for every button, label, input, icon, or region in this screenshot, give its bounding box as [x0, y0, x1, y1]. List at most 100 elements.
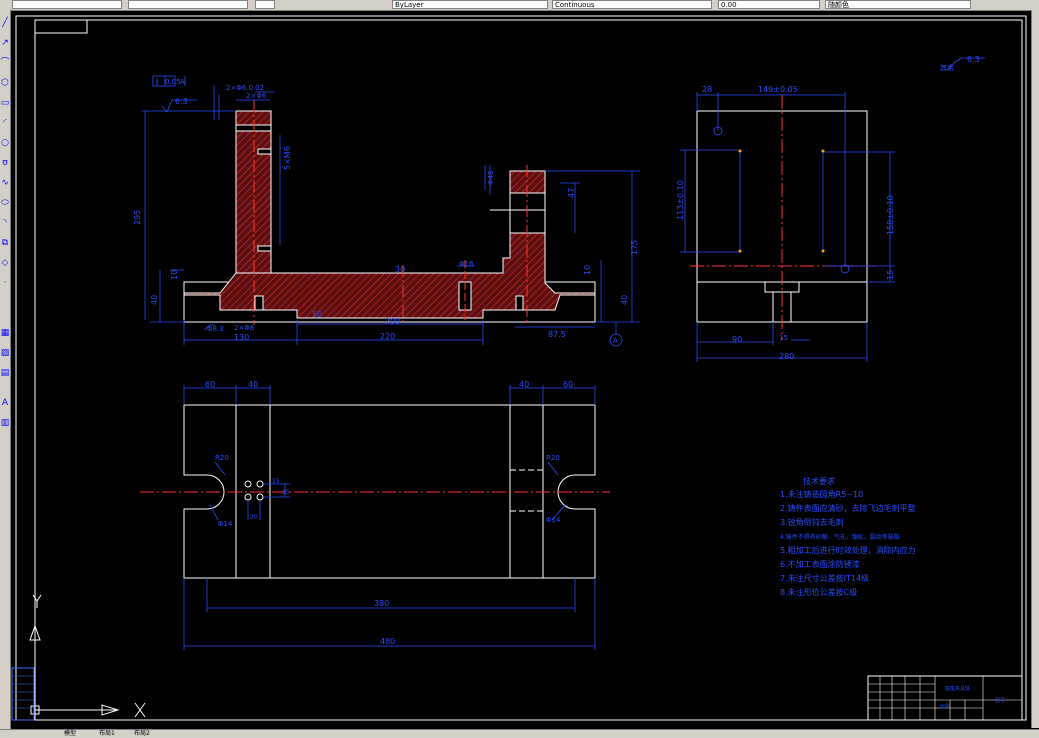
- arc2-icon[interactable]: ◜: [0, 118, 10, 129]
- svg-text:5×M6: 5×M6: [283, 146, 292, 170]
- draw-toolbar: ╱ ↗ ⌒ ⬡ ▭ ◜ ○ ʊ ∿ ⬭ ◝ ⧉ ◇ · ▦ ▨ ▤ A ▥: [0, 10, 11, 737]
- svg-text:Φ8.3: Φ8.3: [207, 325, 224, 333]
- top-view: 60 40 40 60 R20 R20 Φ14 Φ14 15 15 20 380…: [140, 380, 610, 650]
- tech-req-line: 3.锐角倒钝去毛刺: [780, 517, 844, 527]
- svg-text:87.5: 87.5: [548, 330, 566, 339]
- spline-icon[interactable]: ∿: [0, 178, 10, 189]
- polygon-icon[interactable]: ⬡: [0, 78, 10, 89]
- tech-req-line: 5.粗加工后进行时效处理，消除内应力: [780, 545, 916, 555]
- tech-req-line: 7.未注尺寸公差按IT14级: [780, 573, 869, 583]
- svg-text:175: 175: [630, 240, 639, 255]
- svg-text:480: 480: [380, 637, 395, 646]
- title-block: 底座夹具体 图号 比例: [867, 675, 1023, 721]
- svg-text:15: 15: [886, 270, 895, 280]
- polyline-icon[interactable]: ↗: [0, 38, 10, 49]
- ucs-icon: [29, 594, 146, 718]
- line-icon[interactable]: ╱: [0, 18, 10, 29]
- svg-text:380: 380: [374, 599, 389, 608]
- svg-text:2×Φ8: 2×Φ8: [234, 324, 254, 332]
- svg-text:280: 280: [779, 352, 794, 361]
- svg-text:149±0.05: 149±0.05: [758, 85, 798, 94]
- outer-frame: [15, 15, 1027, 721]
- svg-text:2×Φ6.0.02: 2×Φ6.0.02: [226, 84, 264, 92]
- inner-frame: [34, 19, 1023, 721]
- circle-icon[interactable]: ○: [0, 138, 10, 149]
- vertical-scrollbar[interactable]: [1031, 10, 1039, 728]
- section-hatch: [183, 110, 596, 319]
- color-dropdown[interactable]: [12, 0, 122, 9]
- svg-text:R20: R20: [215, 454, 229, 462]
- plotstyle-dropdown[interactable]: 0.00: [718, 0, 820, 9]
- svg-text:15: 15: [272, 478, 280, 485]
- tab-model[interactable]: 模型: [60, 731, 80, 737]
- svg-text:40: 40: [620, 295, 629, 305]
- point-icon[interactable]: ·: [0, 278, 10, 289]
- svg-text:200: 200: [385, 317, 400, 326]
- svg-text:60: 60: [563, 380, 573, 389]
- drawing-canvas[interactable]: 0.05 A ∥ 6.3 2×Φ6.0.02 2×Φ6 295 10 40 5×…: [11, 10, 1031, 728]
- tech-req-line: 8.未注形位公差按C级: [780, 587, 857, 597]
- svg-text:50: 50: [312, 310, 322, 319]
- svg-text:6.3: 6.3: [175, 97, 188, 106]
- table-icon[interactable]: ▤: [0, 368, 10, 379]
- svg-text:113±0.10: 113±0.10: [676, 180, 685, 220]
- svg-text:Φ16: Φ16: [459, 260, 474, 268]
- mtext-icon[interactable]: A: [0, 398, 10, 409]
- tech-requirements: 技术要求 1.未注铸造圆角R5~10 2.铸件表面应清砂，去除飞边毛刺平整 3.…: [780, 476, 916, 597]
- ellipse-arc-icon[interactable]: ◝: [0, 218, 10, 229]
- svg-text:40: 40: [519, 380, 529, 389]
- region-icon[interactable]: ▨: [0, 348, 10, 359]
- svg-text:295: 295: [133, 210, 142, 225]
- tech-req-line: 4.铸件不得有砂眼、气孔、缩松、裂纹等缺陷: [780, 533, 900, 541]
- tech-req-line: 6.不加工表面涂防锈漆: [780, 559, 860, 569]
- svg-text:Φ48: Φ48: [487, 171, 495, 185]
- svg-text:A: A: [613, 337, 618, 345]
- svg-text:30: 30: [395, 265, 405, 274]
- svg-text:130: 130: [234, 333, 249, 342]
- svg-text:15: 15: [779, 334, 788, 342]
- svg-text:220: 220: [380, 332, 395, 341]
- svg-text:2×Φ6: 2×Φ6: [246, 92, 267, 100]
- tech-req-line: 1.未注铸造圆角R5~10: [780, 489, 863, 499]
- side-view: 28 149±0.05 113±0.10 158±0.10 15 90 15 2…: [676, 55, 985, 362]
- svg-text:6.3: 6.3: [967, 55, 980, 64]
- svg-text:15: 15: [282, 489, 290, 496]
- arc-icon[interactable]: ⌒: [0, 58, 10, 69]
- make-block-icon[interactable]: ◇: [0, 258, 10, 269]
- svg-text:图号: 图号: [995, 698, 1005, 704]
- svg-text:60: 60: [205, 380, 215, 389]
- svg-text:R20: R20: [546, 454, 560, 462]
- svg-text:47: 47: [567, 188, 576, 198]
- rectangle-icon[interactable]: ▭: [0, 98, 10, 109]
- tech-req-line: 2.铸件表面应清砂，去除飞边毛刺平整: [780, 503, 916, 513]
- corner-box: [34, 19, 88, 34]
- svg-text:其余: 其余: [940, 63, 954, 72]
- svg-text:比例: 比例: [940, 703, 950, 710]
- svg-text:0.05: 0.05: [165, 78, 181, 86]
- svg-text:10: 10: [583, 265, 592, 275]
- svg-text:40: 40: [248, 380, 258, 389]
- tab-layout2[interactable]: 布局2: [130, 731, 154, 737]
- tech-req-title: 技术要求: [803, 476, 835, 486]
- svg-text:28: 28: [702, 85, 712, 94]
- svg-text:158±0.10: 158±0.10: [886, 195, 895, 235]
- front-view: 0.05 A ∥ 6.3 2×Φ6.0.02 2×Φ6 295 10 40 5×…: [133, 75, 640, 347]
- ellipse-icon[interactable]: ⬭: [0, 198, 10, 209]
- lineweight-dropdown[interactable]: Continuous: [552, 0, 712, 9]
- revcloud-icon[interactable]: ʊ: [0, 158, 10, 169]
- linetype-dropdown[interactable]: ByLayer: [392, 0, 548, 9]
- gradient-icon[interactable]: ▥: [0, 418, 10, 429]
- insert-block-icon[interactable]: ⧉: [0, 238, 10, 249]
- svg-text:∥: ∥: [155, 78, 159, 86]
- layer-dropdown[interactable]: [128, 0, 248, 9]
- svg-text:Φ14: Φ14: [218, 520, 233, 528]
- tab-layout1[interactable]: 布局1: [95, 731, 119, 737]
- svg-text:A: A: [180, 78, 185, 86]
- svg-text:40: 40: [150, 295, 159, 305]
- svg-text:Φ14: Φ14: [546, 516, 561, 524]
- layer-manager-button[interactable]: [255, 0, 275, 9]
- svg-text:10: 10: [170, 270, 179, 280]
- svg-text:90: 90: [732, 335, 742, 344]
- hatch-icon[interactable]: ▦: [0, 328, 10, 339]
- color-by-dropdown[interactable]: 随颜色: [825, 0, 971, 9]
